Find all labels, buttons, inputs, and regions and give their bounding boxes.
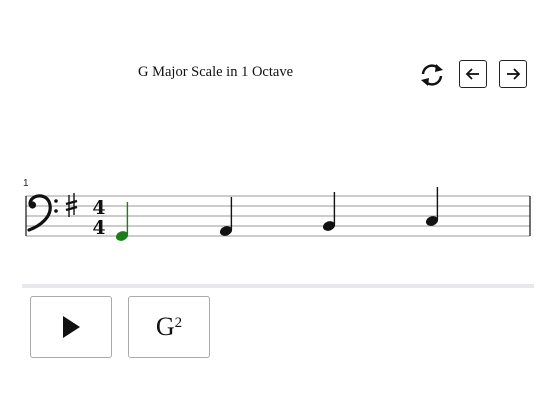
play-icon xyxy=(63,316,80,338)
music-staff: 4 4 xyxy=(25,187,531,241)
play-button[interactable] xyxy=(30,296,112,358)
notes xyxy=(115,187,439,241)
note-name-label: G2 xyxy=(156,314,182,340)
note-letter: G xyxy=(155,312,175,341)
time-signature-top: 4 xyxy=(92,197,105,219)
bass-clef-icon xyxy=(27,194,58,232)
note-name-button[interactable]: G2 xyxy=(128,296,210,358)
time-signature-bottom: 4 xyxy=(92,217,105,239)
sharp-icon xyxy=(65,193,78,217)
note-octave: 2 xyxy=(174,315,183,331)
divider xyxy=(22,284,534,288)
